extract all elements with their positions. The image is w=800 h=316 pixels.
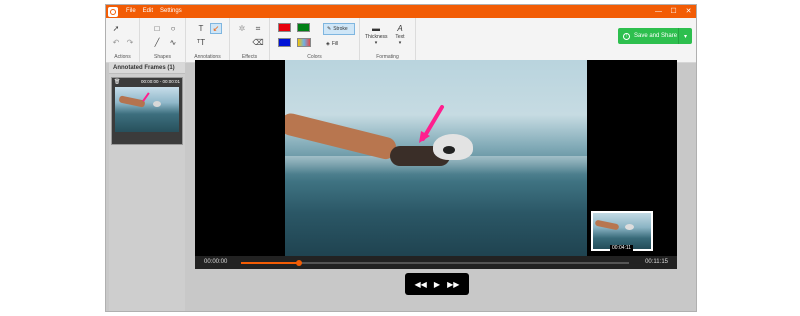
app-window: File Edit Settings — ☐ ✕ ➚ ↶ ↷ Actions □… bbox=[105, 4, 697, 312]
annotation-arrow[interactable] bbox=[417, 105, 445, 145]
fill-button[interactable]: ◈ Fill bbox=[323, 38, 355, 50]
fill-icon: ◈ bbox=[326, 41, 330, 47]
total-time: 00:11:15 bbox=[645, 259, 668, 265]
actions-label: Actions bbox=[114, 54, 131, 60]
title-bar: File Edit Settings — ☐ ✕ bbox=[106, 5, 696, 18]
annotations-group: T ↙ ᵀT Annotations bbox=[186, 18, 230, 62]
window-controls: — ☐ ✕ bbox=[651, 5, 696, 18]
maximize-button[interactable]: ☐ bbox=[666, 5, 681, 18]
menu-bar: File Edit Settings bbox=[126, 5, 182, 18]
video-player: 00:04:11 00:00:00 00:11:15 bbox=[195, 60, 677, 269]
frame-thumbnail-image bbox=[115, 87, 179, 132]
undo-icon[interactable]: ↶ bbox=[110, 37, 122, 48]
frames-panel: 🗑 00:00:00 - 00:00:01 bbox=[109, 74, 185, 311]
frame-thumbnail-card[interactable]: 🗑 00:00:00 - 00:00:01 bbox=[111, 77, 183, 145]
formatting-group: ▬ Thickness ▾ A Text ▾ Formating bbox=[360, 18, 416, 62]
rewind-icon[interactable]: ◀◀ bbox=[415, 280, 427, 289]
menu-settings[interactable]: Settings bbox=[160, 5, 182, 18]
menu-file[interactable]: File bbox=[126, 5, 136, 18]
stroke-icon: ✎ bbox=[327, 26, 332, 32]
arrow-annotation-icon[interactable]: ↙ bbox=[210, 23, 222, 34]
progress-fill bbox=[241, 262, 300, 264]
more-colors-icon[interactable] bbox=[297, 38, 311, 47]
frames-panel-title: Annotated Frames (1) bbox=[109, 62, 185, 74]
magic-wand-icon[interactable]: ✲ bbox=[236, 23, 248, 34]
shapes-label: Shapes bbox=[154, 54, 171, 60]
upload-cloud-icon: ↑ bbox=[623, 32, 630, 40]
frame-time-range: 00:00:00 - 00:00:01 bbox=[140, 79, 180, 84]
seek-handle[interactable] bbox=[296, 260, 303, 266]
save-and-share-label: Save and Share bbox=[634, 33, 678, 39]
text-size-control[interactable]: A Text ▾ bbox=[389, 24, 411, 50]
thickness-icon: ▬ bbox=[372, 24, 380, 33]
crop-icon[interactable]: ⌗ bbox=[252, 23, 264, 34]
eraser-icon[interactable]: ⌫ bbox=[252, 37, 264, 48]
app-logo-icon bbox=[108, 6, 118, 17]
mini-preview-time: 00:04:11 bbox=[610, 245, 634, 251]
line-icon[interactable]: ╱ bbox=[151, 37, 163, 48]
close-button[interactable]: ✕ bbox=[681, 5, 696, 18]
color-swatch-green[interactable] bbox=[297, 23, 310, 32]
rectangle-icon[interactable]: □ bbox=[151, 23, 163, 34]
ribbon-toolbar: ➚ ↶ ↷ Actions □ ○ ╱ ∿ Shapes T ↙ ᵀT Anno… bbox=[106, 18, 696, 63]
chevron-down-icon: ▾ bbox=[398, 40, 402, 46]
minimize-button[interactable]: — bbox=[651, 5, 666, 18]
playback-controls: ◀◀ ▶ ▶▶ bbox=[405, 273, 469, 295]
video-frame[interactable] bbox=[285, 60, 587, 256]
colors-group: ✎ Stroke ◈ Fill Colors bbox=[270, 18, 360, 62]
play-icon[interactable]: ▶ bbox=[434, 280, 440, 289]
text-style-icon[interactable]: ᵀT bbox=[195, 37, 207, 48]
current-time: 00:00:00 bbox=[204, 259, 228, 265]
stroke-button[interactable]: ✎ Stroke bbox=[323, 23, 355, 35]
chevron-down-icon[interactable]: ▾ bbox=[678, 28, 692, 44]
redo-icon[interactable]: ↷ bbox=[124, 37, 136, 48]
text-tool-icon[interactable]: T bbox=[195, 23, 207, 34]
actions-group: ➚ ↶ ↷ Actions bbox=[106, 18, 140, 62]
chevron-down-icon: ▾ bbox=[374, 40, 378, 46]
select-pointer-icon[interactable]: ➚ bbox=[110, 23, 122, 34]
stroke-label: Stroke bbox=[333, 26, 348, 32]
effects-group: ✲ ⌗ ⌫ Effects bbox=[230, 18, 270, 62]
color-swatch-blue[interactable] bbox=[278, 38, 291, 47]
curve-icon[interactable]: ∿ bbox=[167, 37, 179, 48]
fast-forward-icon[interactable]: ▶▶ bbox=[447, 280, 459, 289]
ellipse-icon[interactable]: ○ bbox=[167, 23, 179, 34]
seek-bar: 00:00:00 00:11:15 bbox=[195, 256, 677, 269]
shapes-group: □ ○ ╱ ∿ Shapes bbox=[140, 18, 186, 62]
color-swatch-red[interactable] bbox=[278, 23, 291, 32]
progress-track[interactable] bbox=[241, 260, 629, 266]
trash-icon[interactable]: 🗑 bbox=[114, 79, 120, 85]
thickness-control[interactable]: ▬ Thickness ▾ bbox=[365, 24, 388, 50]
fill-label: Fill bbox=[331, 41, 339, 47]
menu-edit[interactable]: Edit bbox=[143, 5, 153, 18]
font-icon: A bbox=[397, 24, 403, 33]
save-and-share-button[interactable]: ↑ Save and Share ▾ bbox=[618, 28, 692, 44]
